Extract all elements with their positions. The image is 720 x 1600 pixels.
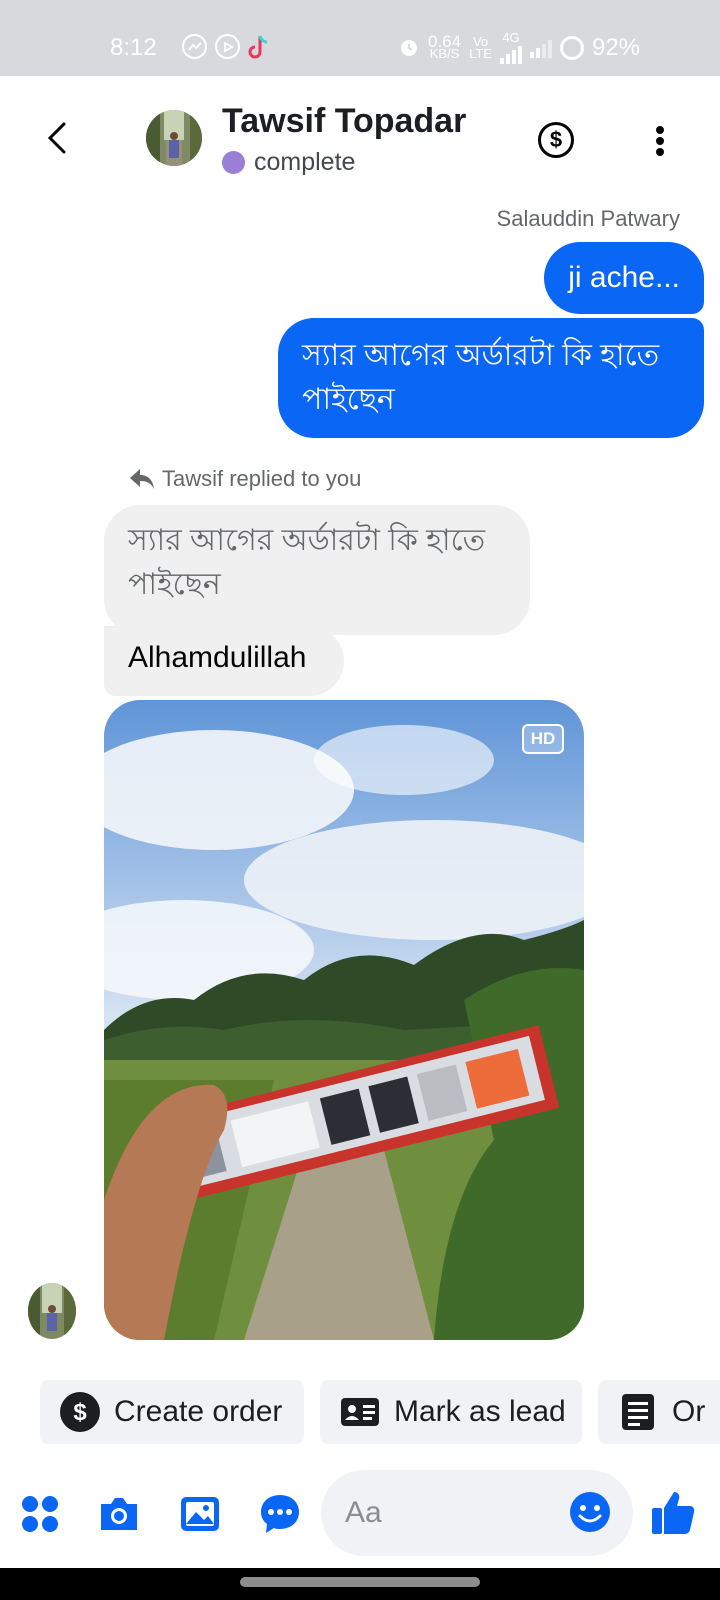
home-gesture-handle[interactable] [240,1577,480,1587]
alarm-icon [398,36,420,60]
thumbs-up-icon[interactable] [650,1488,696,1536]
reply-arrow-icon [130,469,154,489]
more-options-button[interactable] [648,124,672,158]
mark-as-lead-button[interactable]: Mark as lead [320,1380,582,1444]
hd-badge[interactable]: HD [522,724,564,754]
order-list-icon [622,1394,654,1430]
status-bar: 8:12 0.64 KB/S Vo LTE 4G 92% [0,0,720,76]
orders-button[interactable]: Or [598,1380,720,1444]
status-dot [222,151,245,174]
reply-indicator: Tawsif replied to you [128,466,361,492]
quick-actions-bar: $ Create order Mark as lead Or [40,1380,720,1444]
contact-card-icon [341,1398,379,1426]
network-type: 4G [502,30,520,45]
payment-button[interactable]: $ [538,122,574,158]
signal-icon-2 [529,38,552,58]
svg-text:$: $ [73,1399,87,1426]
quoted-message[interactable]: স্যার আগের অর্ডারটা কি হাতে পাইছেন [104,505,530,635]
messenger-icon [182,34,207,59]
gallery-icon[interactable] [178,1492,222,1536]
contact-status[interactable]: complete [254,148,355,177]
create-order-label: Create order [114,1395,283,1428]
outgoing-message[interactable]: স্যার আগের অর্ডারটা কি হাতে পাইছেন [278,318,704,438]
dollar-circle-icon: $ [60,1392,100,1432]
sender-label: Salauddin Patwary [496,206,680,231]
create-order-button[interactable]: $ Create order [40,1380,304,1444]
apps-icon[interactable] [18,1492,62,1536]
camera-icon[interactable] [97,1492,141,1536]
signal-icon [499,44,522,64]
chat-bubble-icon[interactable] [258,1492,302,1536]
reply-indicator-text: Tawsif replied to you [162,466,362,491]
location-arrow-icon [215,34,240,59]
emoji-icon[interactable] [568,1490,612,1534]
mark-as-lead-label: Mark as lead [394,1395,566,1428]
incoming-message[interactable]: Alhamdulillah [104,626,344,696]
message-photo[interactable]: HD [104,700,584,1340]
contact-avatar[interactable] [146,110,202,166]
status-notification-icons [182,34,270,65]
volte-label-bottom: LTE [469,46,492,61]
orders-label: Or [672,1395,706,1428]
status-time: 8:12 [110,34,157,61]
battery-icon [559,36,584,60]
photo-image [104,700,584,1340]
back-button[interactable] [40,118,76,158]
contact-name[interactable]: Tawsif Topadar [222,102,466,141]
sender-avatar[interactable] [28,1283,76,1339]
tiktok-icon [248,34,270,65]
dollar-icon: $ [549,127,563,152]
network-speed-unit: KB/S [429,46,460,61]
outgoing-message[interactable]: ji ache... [544,242,704,314]
battery-percent: 92% [591,34,641,61]
status-system-icons: 0.64 KB/S Vo LTE 4G 92% [398,30,641,64]
